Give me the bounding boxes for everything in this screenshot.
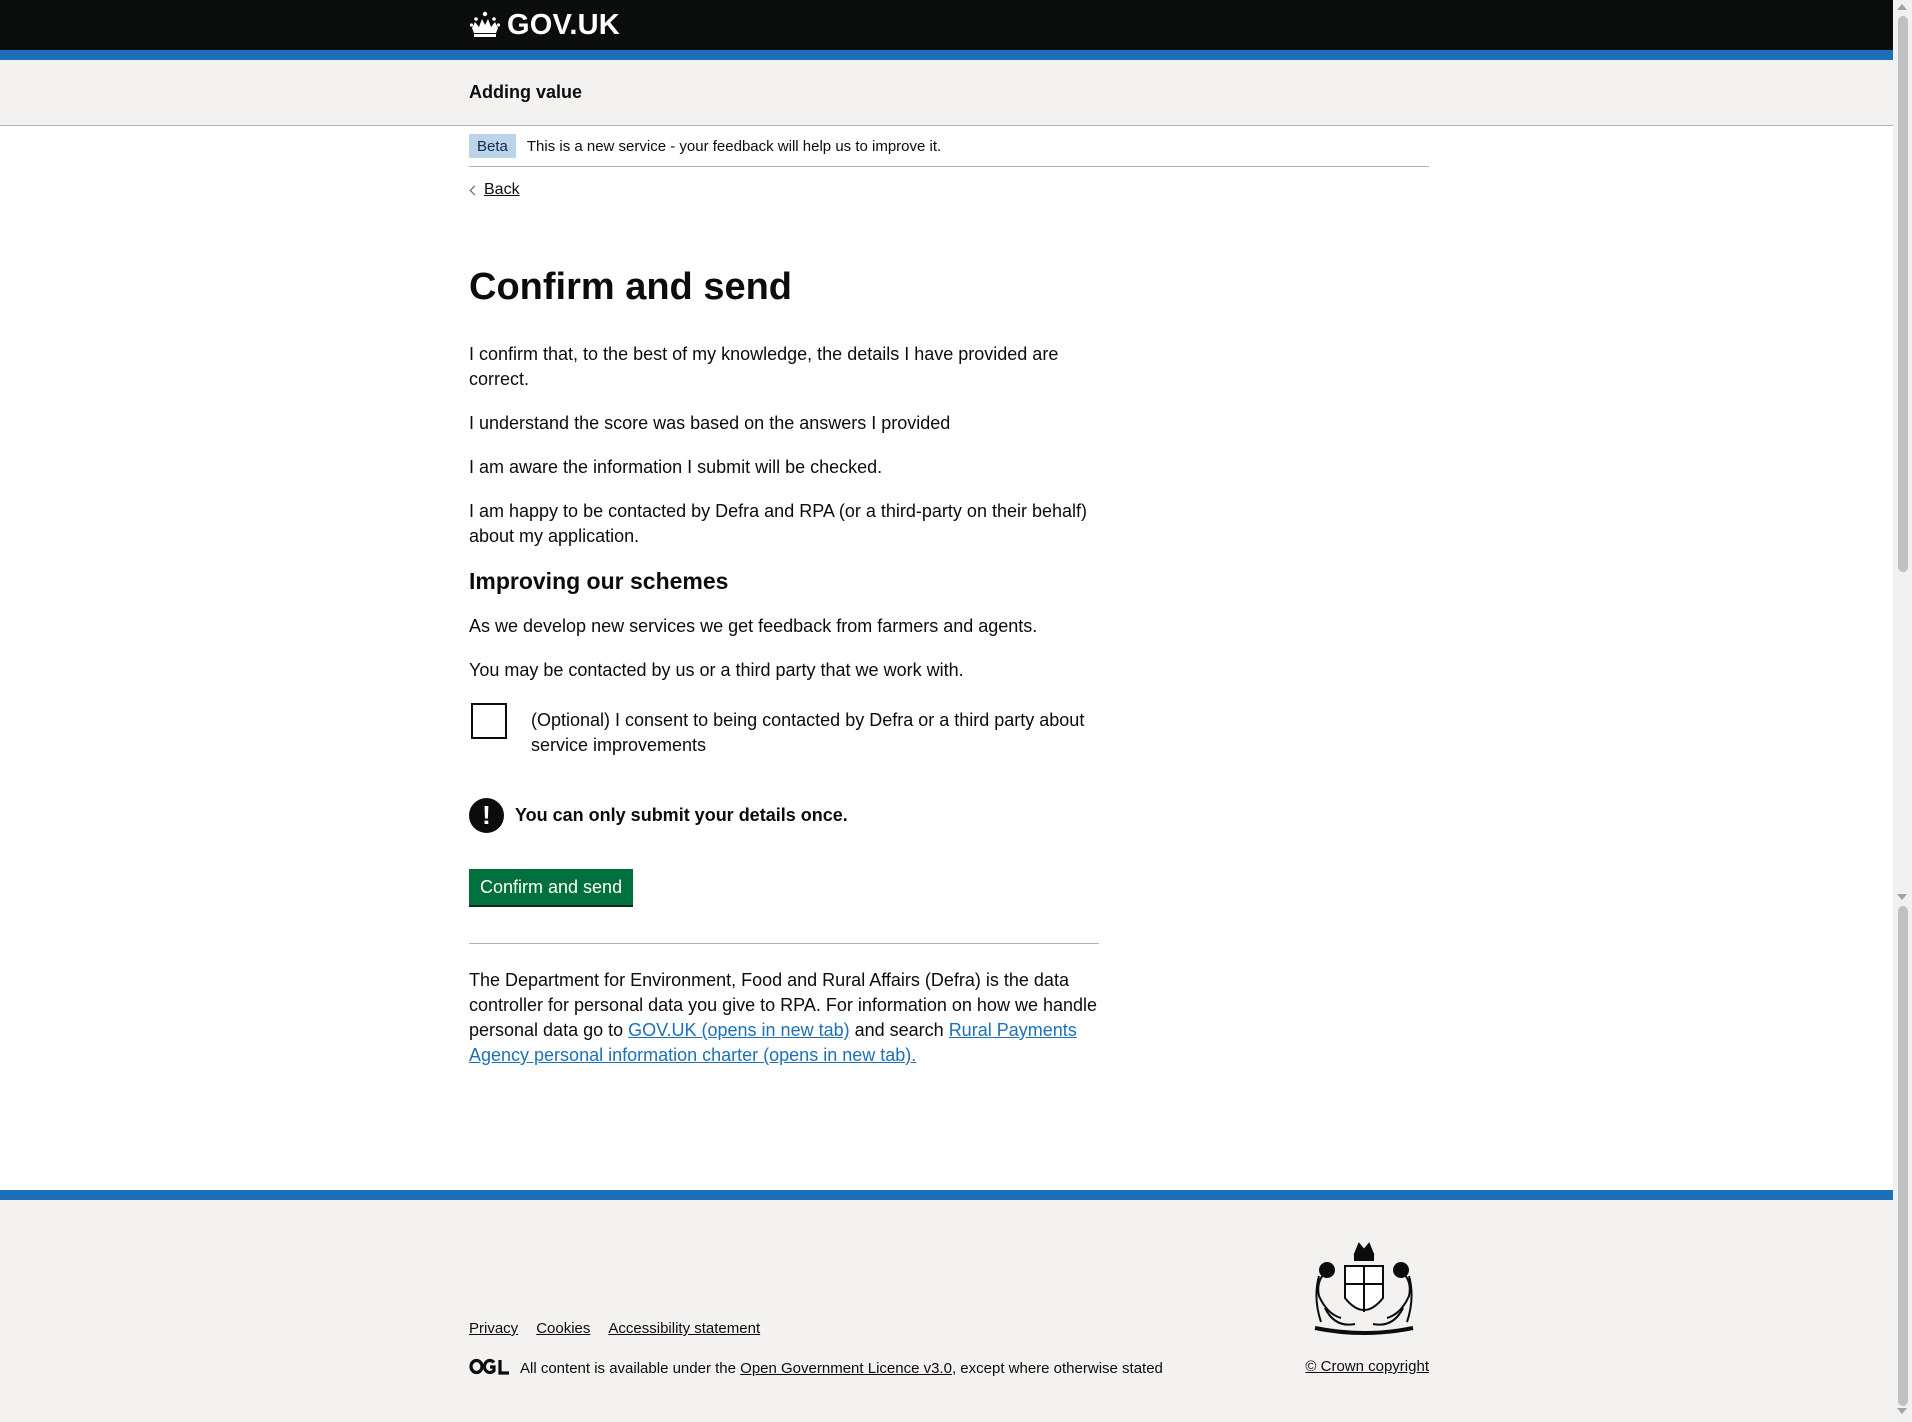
confirm-and-send-button[interactable]: Confirm and send	[469, 868, 634, 905]
privacy-text-2: and search	[854, 1019, 944, 1040]
crown-icon	[469, 10, 501, 40]
improving-schemes-heading: Improving our schemes	[469, 567, 729, 594]
govuk-header: GOV.UK	[0, 0, 1893, 60]
scrollbar-thumb-secondary[interactable]	[1898, 906, 1908, 1406]
scroll-up-arrow-icon[interactable]	[1897, 4, 1907, 10]
phase-banner: Beta This is a new service - your feedba…	[469, 126, 1429, 167]
beta-tag: Beta	[469, 134, 516, 158]
ogl-logo-icon	[469, 1358, 510, 1379]
scroll-down-arrow-icon[interactable]	[1897, 1408, 1907, 1414]
chevron-left-icon	[469, 185, 480, 195]
section-divider	[469, 942, 1099, 944]
service-name-link[interactable]: Adding value	[469, 82, 582, 103]
service-navigation: Adding value	[0, 60, 1893, 126]
phase-banner-text: This is a new service - your feedback wi…	[526, 137, 942, 155]
declaration-paragraph: I understand the score was based on the …	[469, 412, 951, 433]
scroll-down-arrow-icon[interactable]	[1897, 894, 1907, 900]
back-link-label: Back	[484, 181, 520, 198]
licence-prefix: All content is available under the	[520, 1360, 736, 1377]
ogl-licence-link[interactable]: Open Government Licence v3.0	[740, 1360, 952, 1377]
declaration-paragraph: I am aware the information I submit will…	[469, 456, 883, 477]
consent-checkbox[interactable]	[471, 702, 507, 739]
footer-link-cookies[interactable]: Cookies	[536, 1320, 590, 1337]
govuk-link[interactable]: GOV.UK (opens in new tab)	[628, 1020, 849, 1040]
licence-suffix: , except where otherwise stated	[951, 1360, 1163, 1377]
footer-link-privacy[interactable]: Privacy	[469, 1320, 518, 1337]
declaration-paragraph: I confirm that, to the best of my knowle…	[469, 343, 1059, 389]
govuk-logo-link[interactable]: GOV.UK	[469, 9, 620, 42]
main-content: Confirm and send I confirm that, to the …	[469, 266, 1099, 1068]
footer-links: Privacy Cookies Accessibility statement	[469, 1320, 760, 1337]
schemes-paragraph: As we develop new services we get feedba…	[469, 615, 1038, 636]
warning-text: ! You can only submit your details once.	[469, 797, 1099, 833]
footer-link-accessibility[interactable]: Accessibility statement	[608, 1320, 760, 1337]
schemes-paragraph: You may be contacted by us or a third pa…	[469, 659, 964, 680]
crown-copyright-link[interactable]: © Crown copyright	[1305, 1358, 1429, 1375]
privacy-notice: The Department for Environment, Food and…	[469, 968, 1099, 1068]
consent-checkbox-label[interactable]: (Optional) I consent to being contacted …	[531, 702, 1099, 758]
back-link[interactable]: Back	[469, 181, 520, 199]
page: GOV.UK Adding value Beta This is a new s…	[0, 0, 1893, 1422]
page-title: Confirm and send	[469, 266, 793, 308]
govuk-logo-text: GOV.UK	[507, 8, 620, 41]
scrollbar-thumb[interactable]	[1898, 16, 1908, 572]
vertical-scrollbar[interactable]	[1893, 0, 1912, 1422]
licence-text: All content is available under the Open …	[469, 1358, 1163, 1379]
consent-checkbox-item: (Optional) I consent to being contacted …	[469, 702, 1099, 758]
declaration-paragraph: I am happy to be contacted by Defra and …	[469, 500, 1088, 546]
govuk-footer: Privacy Cookies Accessibility statement …	[0, 1190, 1893, 1422]
warning-message: You can only submit your details once.	[515, 804, 848, 825]
warning-icon: !	[469, 797, 504, 833]
royal-coat-of-arms-icon	[1305, 1238, 1423, 1342]
